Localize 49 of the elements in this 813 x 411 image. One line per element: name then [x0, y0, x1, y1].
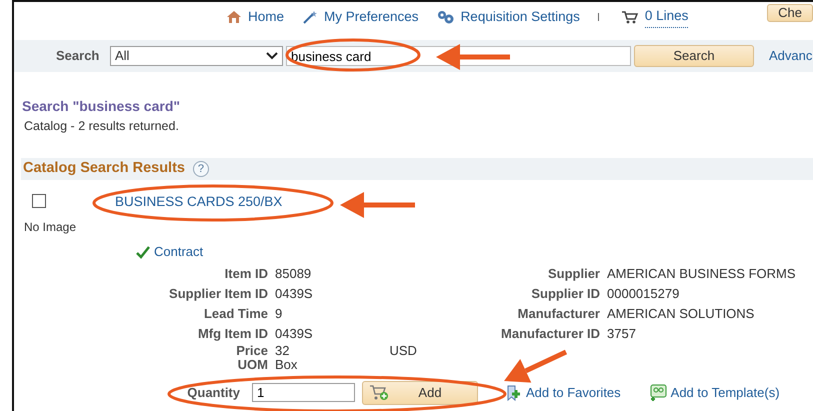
home-icon	[226, 10, 242, 24]
field-label: Item ID	[224, 264, 268, 283]
checkbox[interactable]	[32, 194, 46, 208]
advanced-search-link[interactable]: Advanc	[769, 46, 812, 66]
wand-icon	[302, 10, 318, 24]
scope-dropdown[interactable]: All	[110, 46, 283, 66]
nav-link[interactable]: Home	[226, 6, 284, 28]
add-to-favorites-link[interactable]: Add to Favorites	[505, 382, 621, 402]
results-heading: Search "business card"	[22, 97, 182, 116]
add-to-template-link[interactable]: Add to Template(s)	[648, 382, 780, 402]
quantity-label: Quantity	[186, 384, 240, 402]
cart-link[interactable]: 0 Lines	[620, 6, 688, 28]
field-label: Mfg Item ID	[196, 324, 268, 343]
results-summary: Catalog - 2 results returned.	[24, 118, 180, 135]
help-button[interactable]: ?	[192, 160, 209, 177]
search-button[interactable]: Search	[634, 45, 754, 67]
currency-text: USD	[389, 342, 417, 360]
no-image-text: No Image	[24, 219, 78, 236]
item-title-link[interactable]: BUSINESS CARDS 250/BX	[115, 192, 282, 212]
field-value: 0439S	[275, 324, 313, 343]
field-value: AMERICAN SOLUTIONS	[607, 304, 754, 323]
nav-link[interactable]: My Preferences	[302, 6, 419, 28]
field-label: Manufacturer	[516, 304, 600, 323]
cart-icon	[620, 10, 639, 24]
field-label: Supplier	[546, 264, 600, 283]
search-label: Search	[56, 47, 100, 66]
field-value: 0439S	[275, 284, 313, 303]
chevron-down-icon	[266, 52, 278, 60]
cart-add-icon	[369, 384, 389, 402]
nav-link[interactable]: Requisition Settings	[436, 6, 580, 28]
field-label: Supplier Item ID	[168, 284, 268, 303]
field-value: 3757	[607, 324, 636, 343]
field-value: 85089	[275, 264, 312, 283]
field-value: AMERICAN BUSINESS FORMS	[607, 264, 796, 283]
section-title: Catalog Search Results	[23, 158, 185, 178]
field-label: Lead Time	[202, 304, 268, 323]
field-value: 9	[275, 304, 282, 323]
annotation-arrow	[504, 350, 568, 383]
add-button[interactable]: Add	[362, 380, 478, 404]
field-value: 0000015279	[607, 284, 680, 303]
field-label: Manufacturer ID	[500, 324, 600, 343]
checkout-button[interactable]: Che	[767, 4, 813, 22]
template-add-icon	[648, 384, 668, 402]
check-icon	[136, 244, 150, 259]
contract-label: Contract	[154, 243, 204, 261]
gears-icon	[436, 10, 455, 24]
field-label: Supplier ID	[530, 284, 600, 303]
quantity-field[interactable]: 1	[252, 383, 355, 402]
favorites-add-icon	[505, 384, 523, 402]
